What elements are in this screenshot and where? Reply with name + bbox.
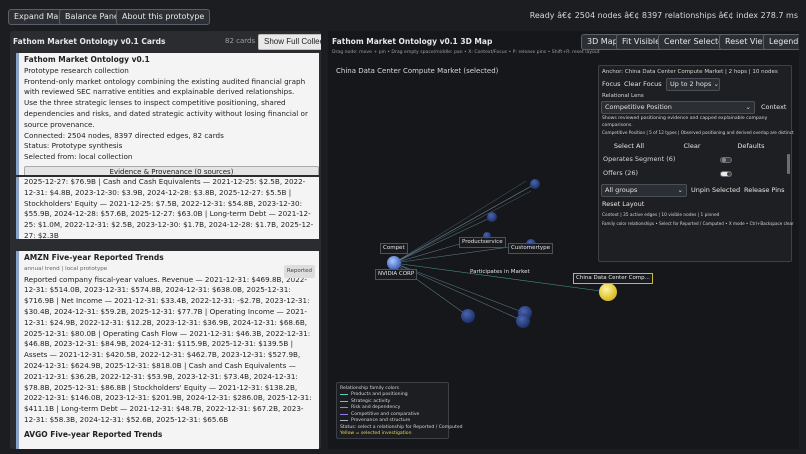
avgo-card-title: AVGO Five-year Reported Trends xyxy=(24,430,163,439)
select-all-button[interactable]: Select All xyxy=(603,142,655,150)
lens-status: Competitive Position | 5 of 12 types | O… xyxy=(602,130,794,135)
legend-swatch xyxy=(340,400,348,402)
anchor-panel: Anchor: China Data Center Compute Market… xyxy=(598,65,794,262)
node-label-productservice[interactable]: Productservice xyxy=(459,237,506,248)
trend-card-fragment[interactable]: 2025-12-27: $76.9B | Cash and Cash Equiv… xyxy=(16,177,319,239)
map-title: Fathom Market Ontology v0.1 3D Map xyxy=(332,37,493,46)
legend-yellow: Yellow = selected investigation xyxy=(340,431,412,437)
chevron-down-icon: ⌄ xyxy=(745,103,751,111)
chevron-down-icon: ⌄ xyxy=(713,80,719,88)
node-label-china-market[interactable]: China Data Center Comp... xyxy=(573,273,653,284)
operates-segment-label: Operates Segment (6) xyxy=(603,155,676,163)
cards-panel: Fathom Market Ontology v0.1 Cards 82 car… xyxy=(10,31,321,449)
legend-swatch xyxy=(340,394,348,396)
map-hint: Drag node: move + pin • Drag empty space… xyxy=(332,50,600,55)
intro-card-line: Prototype research collection xyxy=(24,65,129,75)
offers-toggle[interactable] xyxy=(720,171,732,177)
offers-label: Offers (26) xyxy=(603,169,639,177)
legend-item-label: Strategic activity xyxy=(351,398,391,404)
graph-node-n7[interactable] xyxy=(516,314,530,328)
amzn-card-meta: annual trend | local prototype xyxy=(24,265,108,272)
graph-edges xyxy=(393,180,609,322)
hops-select[interactable]: Up to 2 hops ⌄ xyxy=(666,78,720,91)
graph-edge[interactable] xyxy=(393,180,527,264)
intro-card-line: Connected: 2504 nodes, 8397 directed edg… xyxy=(24,130,224,140)
context-line: Context | 35 active edges | 10 visible n… xyxy=(602,213,720,218)
show-full-collection-button[interactable]: Show Full Collection xyxy=(258,34,321,50)
graph-node-n5[interactable] xyxy=(461,309,475,323)
types-scrollbar[interactable] xyxy=(787,154,790,174)
status-readout: Ready â€¢ 2504 nodes â€¢ 8397 relationsh… xyxy=(529,11,798,20)
legend-item-label: Competitive and comparative xyxy=(351,411,420,417)
lens-select-value: Competitive Position xyxy=(605,103,672,111)
node-label-customertype[interactable]: Customertype xyxy=(508,243,554,254)
legend-button[interactable]: Legend xyxy=(763,34,799,50)
clear-button[interactable]: Clear xyxy=(675,142,709,150)
legend-items: Products and positioning Strategic activi… xyxy=(340,392,445,425)
legend-item-label: Products and positioning xyxy=(351,392,408,398)
legend-swatch xyxy=(340,420,348,422)
app-root: Expand Map Balance Panes About this prot… xyxy=(0,0,806,454)
context-button[interactable]: Context xyxy=(761,103,786,111)
graph-node-nvidia[interactable] xyxy=(387,256,401,270)
legend-item-label: Risk and dependency xyxy=(351,405,401,411)
toggle-knob xyxy=(722,158,726,162)
edge-label-participates: Participates in Market xyxy=(470,269,530,275)
graph-nodes xyxy=(387,179,617,328)
cards-count: 82 cards xyxy=(225,37,256,45)
operates-segment-toggle[interactable] xyxy=(720,157,732,163)
lens-select[interactable]: Competitive Position ⌄ xyxy=(601,101,755,114)
intro-card[interactable]: Fathom Market Ontology v0.1 Prototype re… xyxy=(16,53,319,175)
map-panel[interactable]: Fathom Market Ontology v0.1 3D Map Drag … xyxy=(328,31,799,449)
relationship-legend: Relationship family colors Products and … xyxy=(336,382,463,439)
cards-panel-header: Fathom Market Ontology v0.1 Cards 82 car… xyxy=(10,31,321,51)
cards-panel-title: Fathom Market Ontology v0.1 Cards xyxy=(13,37,166,46)
toggle-knob xyxy=(727,172,731,176)
defaults-button[interactable]: Defaults xyxy=(730,142,772,150)
lens-description: Shows reviewed positioning evidence and … xyxy=(602,116,768,128)
groups-select-value: All groups xyxy=(605,186,638,194)
release-pins-button[interactable]: Release Pins xyxy=(744,186,785,194)
focus-button[interactable]: Focus xyxy=(602,80,621,88)
intro-card-line: Use the three strategic lenses to inspec… xyxy=(24,98,308,129)
intro-card-line: Selected from: local collection xyxy=(24,152,133,162)
selected-node-label: China Data Center Compute Market (select… xyxy=(336,67,499,75)
graph-node-china[interactable] xyxy=(599,283,617,301)
legend-item-label: Provenance and structure xyxy=(351,418,411,424)
trend-card-text: 2025-12-27: $76.9B | Cash and Cash Equiv… xyxy=(24,177,314,239)
groups-select[interactable]: All groups ⌄ xyxy=(601,184,687,197)
legend-swatch xyxy=(340,413,348,415)
avgo-trend-card[interactable]: AVGO Five-year Reported Trends xyxy=(16,428,319,449)
reported-badge: Reported xyxy=(283,265,315,278)
clear-focus-button[interactable]: Clear Focus xyxy=(624,80,662,88)
lens-label: Relational Lens xyxy=(602,93,644,99)
legend-swatch xyxy=(340,407,348,409)
hops-select-value: Up to 2 hops xyxy=(670,80,712,88)
node-label-nvidia[interactable]: NVIDIA CORP xyxy=(375,269,418,280)
amzn-card-text: Reported company fiscal-year values. Rev… xyxy=(24,274,312,424)
graph-node-n2[interactable] xyxy=(487,212,497,222)
intro-card-title: Fathom Market Ontology v0.1 xyxy=(24,55,150,64)
intro-card-line: Frontend-only market ontology combining … xyxy=(24,76,306,97)
legend-status: Status: select a relationship for Report… xyxy=(340,424,463,430)
amzn-trend-card[interactable]: AMZN Five-year Reported Trends annual tr… xyxy=(16,251,319,439)
unpin-selected-button[interactable]: Unpin Selected xyxy=(691,186,740,194)
node-label-compet[interactable]: Compet xyxy=(380,243,408,254)
anchor-header: Anchor: China Data Center Compute Market… xyxy=(602,69,778,75)
about-prototype-button[interactable]: About this prototype xyxy=(116,9,211,25)
evidence-provenance-button[interactable]: Evidence & Provenance (0 sources) xyxy=(24,165,319,175)
graph-node-n1[interactable] xyxy=(530,179,540,189)
chevron-down-icon: ⌄ xyxy=(677,186,683,194)
family-line: Family color relationships • Select for … xyxy=(602,221,794,226)
intro-card-line: Status: Prototype synthesis xyxy=(24,141,123,151)
reset-layout-button[interactable]: Reset Layout xyxy=(602,200,644,208)
amzn-card-title: AMZN Five-year Reported Trends xyxy=(24,253,164,262)
